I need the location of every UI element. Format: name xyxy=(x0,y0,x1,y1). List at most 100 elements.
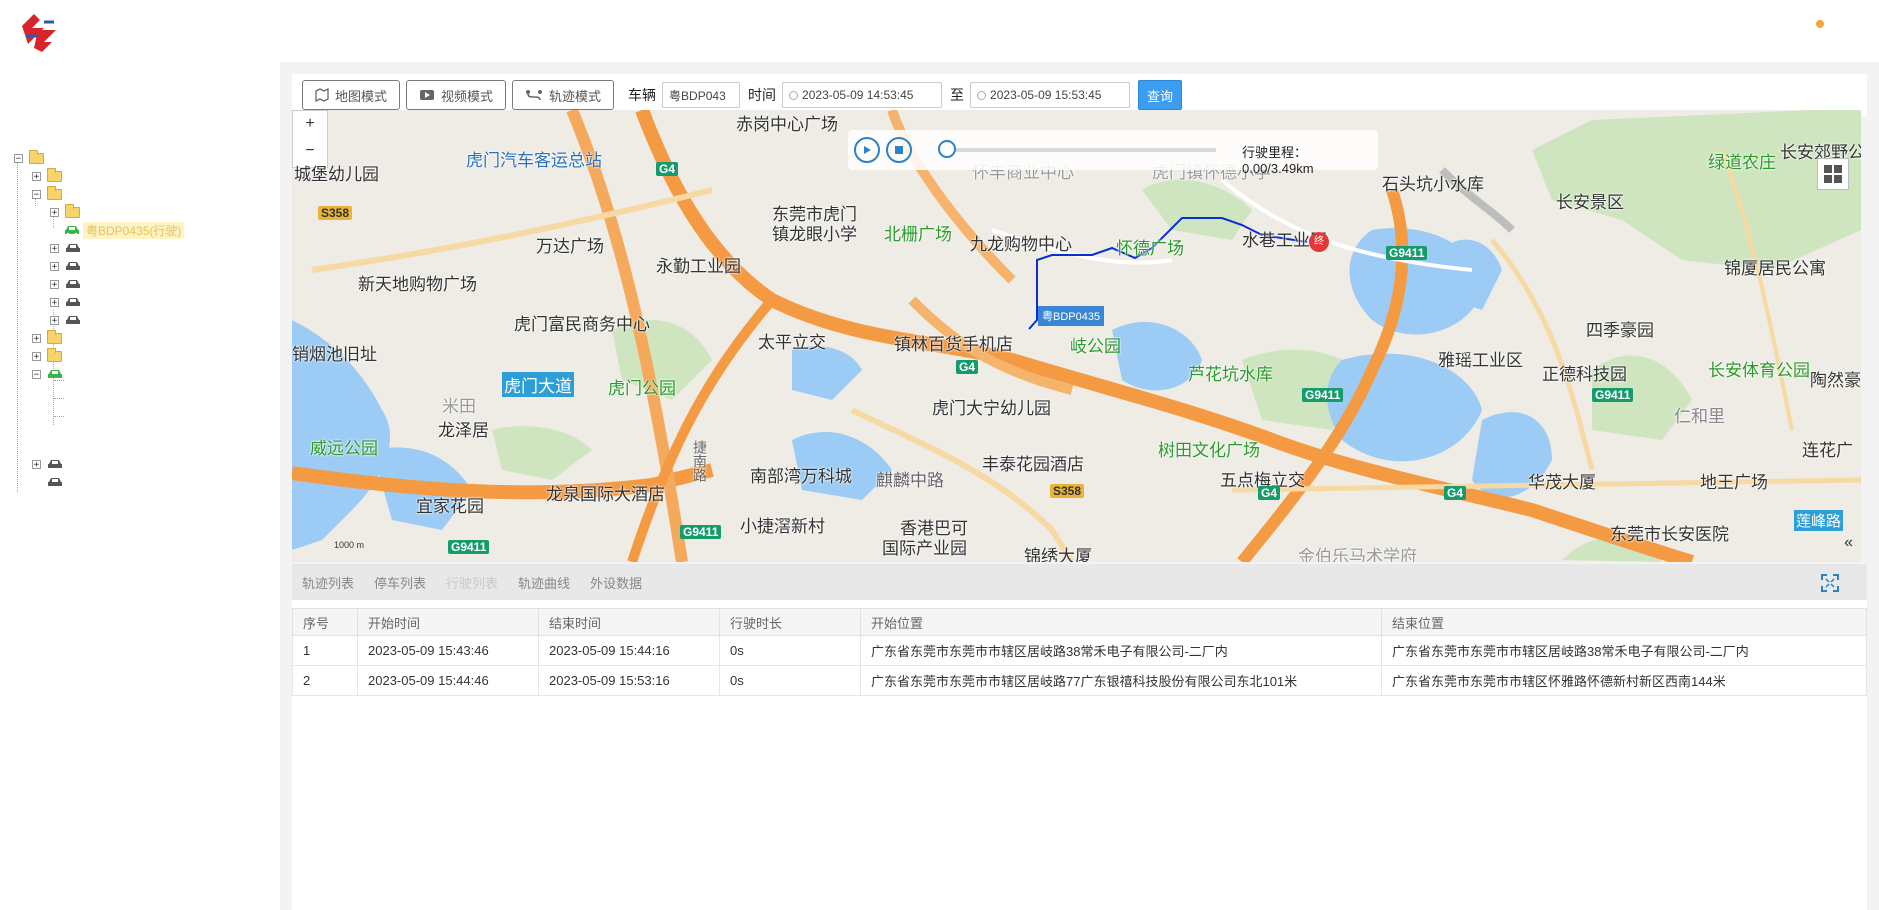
expand-toggle[interactable]: + xyxy=(50,243,59,253)
expand-toggle[interactable]: + xyxy=(50,297,59,307)
video-icon xyxy=(419,89,435,101)
map-label: 仁和里 xyxy=(1674,407,1725,426)
map-label: 虎门公园 xyxy=(608,379,676,398)
expand-toggle[interactable]: + xyxy=(50,279,59,289)
map-label: 北栅广场 xyxy=(884,225,952,244)
expand-toggle[interactable]: + xyxy=(32,351,41,361)
tree-vehicle[interactable]: + xyxy=(50,312,81,328)
map-label: 龙泽居 xyxy=(438,421,489,440)
cell-start-time: 2023-05-09 15:43:46 xyxy=(357,635,539,666)
tree-root[interactable]: − xyxy=(14,149,44,166)
road-sign: G4 xyxy=(656,162,679,176)
tree-vehicle[interactable]: + xyxy=(50,276,81,292)
map-label: 四季豪园 xyxy=(1586,321,1654,340)
expand-toggle[interactable]: + xyxy=(50,315,59,325)
tree-vehicle-group[interactable]: − xyxy=(32,366,63,382)
fullscreen-icon[interactable] xyxy=(1821,574,1839,592)
road-sign: G9411 xyxy=(1302,388,1344,402)
video-mode-button[interactable]: 视频模式 xyxy=(406,80,507,110)
tree-vehicle[interactable]: + xyxy=(32,456,63,472)
start-time-input[interactable]: 2023-05-09 14:53:45 xyxy=(782,82,943,108)
car-icon xyxy=(47,369,63,380)
to-label: 至 xyxy=(950,87,965,103)
map-label: 金伯乐马术学府 xyxy=(1298,547,1417,562)
play-icon xyxy=(864,146,871,154)
end-marker[interactable]: 终 xyxy=(1309,232,1329,252)
tree-vehicle[interactable] xyxy=(47,474,63,490)
collapse-toggle[interactable]: − xyxy=(32,369,41,379)
road-sign: G4 xyxy=(956,360,979,374)
tree-vehicle[interactable]: + xyxy=(50,294,81,310)
map-mode-button[interactable]: 地图模式 xyxy=(302,80,401,110)
tree-branch xyxy=(54,416,64,417)
cell-end-location: 广东省东莞市东莞市市辖区怀雅路怀德新村新区西南144米 xyxy=(1381,665,1867,696)
driving-table: 序号 开始时间 结束时间 行驶时长 开始位置 结束位置 1 2023-05-09… xyxy=(292,608,1867,696)
cell-end-time: 2023-05-09 15:44:16 xyxy=(538,635,720,666)
map-label: 万达广场 xyxy=(536,237,604,256)
map-label: 陶然豪 xyxy=(1810,371,1861,390)
tree-group[interactable]: + xyxy=(32,329,62,346)
road-sign: G4 xyxy=(1444,486,1467,500)
expand-toggle[interactable]: + xyxy=(32,333,41,343)
stop-button[interactable] xyxy=(886,137,912,163)
time-label: 时间 xyxy=(748,87,777,103)
road-sign: G4 xyxy=(1258,486,1281,500)
map-label: 镇林百货手机店 xyxy=(894,335,1013,354)
tree-group[interactable]: − xyxy=(32,185,62,202)
tree-subgroup[interactable]: + xyxy=(50,203,80,220)
tree-group[interactable]: + xyxy=(32,347,62,364)
road-sign: G9411 xyxy=(1592,388,1634,402)
map-label: 岐公园 xyxy=(1070,337,1121,356)
tree-group[interactable]: + xyxy=(32,167,62,184)
map-label: 芦花坑水库 xyxy=(1188,365,1273,384)
tab-driving-list[interactable]: 行驶列表 xyxy=(446,573,498,592)
zoom-in-button[interactable]: + xyxy=(293,111,327,138)
tab-peripheral-data[interactable]: 外设数据 xyxy=(590,573,642,592)
selected-vehicle-label[interactable]: 粤BDP0435(行驶) xyxy=(83,221,185,239)
tree-vehicle[interactable]: + xyxy=(50,240,81,256)
map-label: 地王广场 xyxy=(1700,473,1768,492)
map-label: 虎门大道 xyxy=(502,372,574,397)
map-label: 锦绣大厦 xyxy=(1024,547,1092,562)
collapse-toggle[interactable]: − xyxy=(32,189,41,199)
vehicle-label: 车辆 xyxy=(628,87,657,103)
map-label: 绿道农庄 xyxy=(1708,153,1776,172)
car-icon xyxy=(65,261,81,272)
map-label: 新天地购物广场 xyxy=(358,275,477,294)
col-header-end-time: 结束时间 xyxy=(538,608,720,636)
layer-switch-button[interactable] xyxy=(1817,158,1849,190)
cell-end-location: 广东省东莞市东莞市市辖区居岐路38常禾电子有限公司-二厂内 xyxy=(1381,635,1867,666)
vehicle-input[interactable]: 粤BDP043 xyxy=(662,82,741,108)
play-button[interactable] xyxy=(854,137,880,163)
track-mode-button[interactable]: 轨迹模式 xyxy=(512,80,615,110)
map-view[interactable]: + − 赤岗中心广场 虎门汽车客运总站 城堡幼儿园 东莞市虎门 镇龙眼小学 北栅… xyxy=(292,110,1861,562)
collapse-panel-button[interactable]: « xyxy=(1844,534,1853,552)
expand-toggle[interactable]: + xyxy=(32,171,41,181)
playback-slider-handle[interactable] xyxy=(938,140,956,158)
query-button[interactable]: 查询 xyxy=(1138,80,1183,110)
tab-track-list[interactable]: 轨迹列表 xyxy=(302,573,354,592)
table-row[interactable]: 1 2023-05-09 15:43:46 2023-05-09 15:44:1… xyxy=(292,635,1867,666)
expand-toggle[interactable]: + xyxy=(50,261,59,271)
road-sign: G9411 xyxy=(680,525,722,539)
end-time-input[interactable]: 2023-05-09 15:53:45 xyxy=(970,82,1131,108)
map-label: 米田 xyxy=(442,397,476,416)
car-icon xyxy=(65,315,81,326)
road-sign: S358 xyxy=(318,206,353,220)
vehicle-position-tag[interactable]: 粤BDP0435 xyxy=(1038,306,1105,326)
map-label: 长安景区 xyxy=(1556,193,1624,212)
tree-vehicle-selected[interactable]: 粤BDP0435(行驶) xyxy=(64,221,185,239)
tab-parking-list[interactable]: 停车列表 xyxy=(374,573,426,592)
map-label: 石头坑小水库 xyxy=(1382,175,1484,194)
map-label: 麒麟中路 xyxy=(876,471,944,490)
map-label: 城堡幼儿园 xyxy=(294,165,379,184)
playback-slider[interactable] xyxy=(946,148,1216,152)
map-label: 镇龙眼小学 xyxy=(772,225,857,244)
table-row[interactable]: 2 2023-05-09 15:44:46 2023-05-09 15:53:1… xyxy=(292,665,1867,696)
expand-toggle[interactable]: + xyxy=(50,207,59,217)
collapse-toggle[interactable]: − xyxy=(14,153,23,163)
cell-start-location: 广东省东莞市东莞市市辖区居岐路77广东银禧科技股份有限公司东北101米 xyxy=(860,665,1382,696)
tree-vehicle[interactable]: + xyxy=(50,258,81,274)
expand-toggle[interactable]: + xyxy=(32,459,41,469)
tab-track-curve[interactable]: 轨迹曲线 xyxy=(518,573,570,592)
